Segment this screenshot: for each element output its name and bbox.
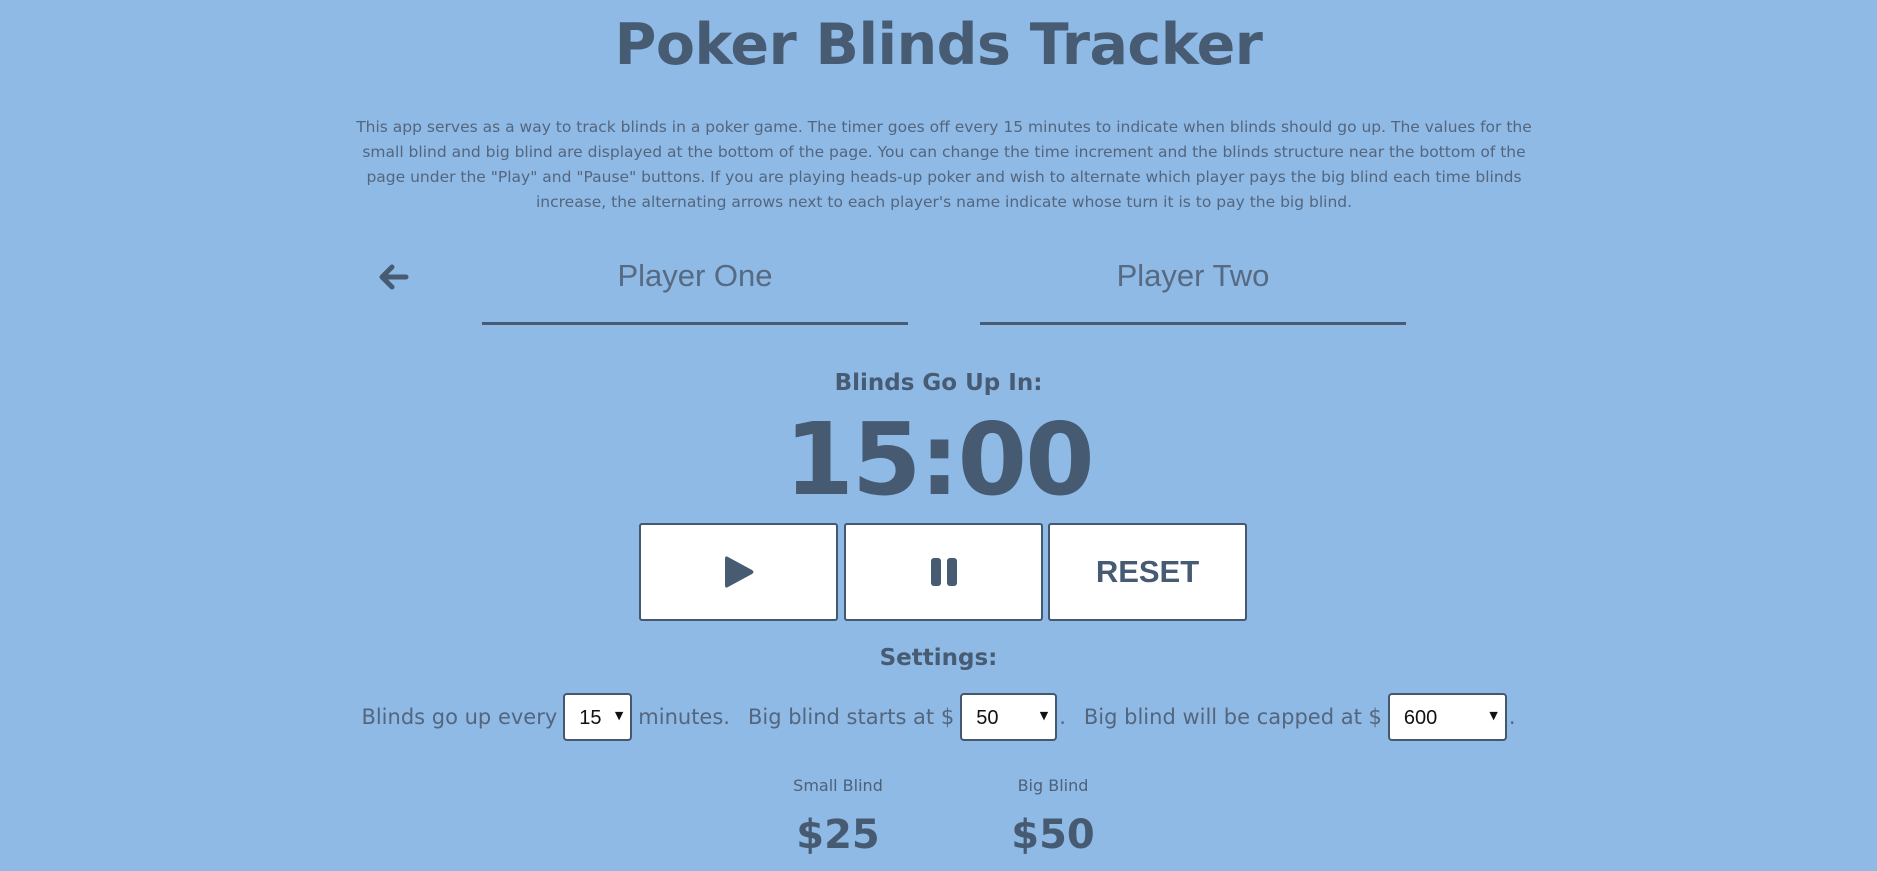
big-blind-cap-prefix: Big blind will be capped at $ [1083, 705, 1382, 729]
player-one-field [482, 252, 908, 325]
period-1: . [1059, 705, 1066, 729]
interval-prefix: Blinds go up every [361, 705, 558, 729]
chevron-down-icon: ▼ [614, 709, 624, 722]
big-blind-value: $50 [1011, 812, 1095, 858]
big-blind-start-select[interactable]: 50 ▼ [960, 693, 1058, 741]
period-2: . [1508, 705, 1516, 729]
reset-label: RESET [1095, 554, 1200, 589]
big-blind-cap-value: 600 [1403, 707, 1438, 729]
page-title: Poker Blinds Tracker [614, 12, 1263, 78]
interval-value: 15 [579, 707, 602, 729]
player-two-field [980, 252, 1406, 325]
countdown-timer: 15:00 [784, 401, 1094, 518]
player-one-input[interactable] [482, 252, 908, 300]
settings-row: Blinds go up every 15 ▼ minutes. Big bli… [0, 693, 1877, 741]
interval-select[interactable]: 15 ▼ [563, 693, 633, 741]
play-icon [724, 556, 753, 588]
arrow-left-icon[interactable] [376, 260, 410, 294]
big-blind-start-value: 50 [976, 707, 999, 729]
app-description: This app serves as a way to track blinds… [356, 118, 1532, 211]
small-blind-value: $25 [796, 812, 880, 858]
interval-suffix: minutes. [638, 705, 730, 729]
page: Poker Blinds Tracker This app serves as … [0, 0, 1877, 871]
pause-icon [930, 558, 957, 586]
player-two-input[interactable] [980, 252, 1406, 300]
big-blind-label: Big Blind [1017, 776, 1089, 795]
big-blind-cap-select[interactable]: 600 ▼ [1387, 693, 1507, 741]
big-blind-start-prefix: Big blind starts at $ [747, 705, 955, 729]
play-button[interactable] [639, 523, 838, 621]
chevron-down-icon: ▼ [1039, 709, 1049, 722]
settings-heading: Settings: [879, 645, 998, 671]
pause-button[interactable] [844, 523, 1043, 621]
reset-button[interactable]: RESET [1048, 523, 1247, 621]
small-blind-label: Small Blind [793, 776, 883, 795]
timer-label: Blinds Go Up In: [834, 370, 1043, 396]
chevron-down-icon: ▼ [1489, 709, 1498, 722]
